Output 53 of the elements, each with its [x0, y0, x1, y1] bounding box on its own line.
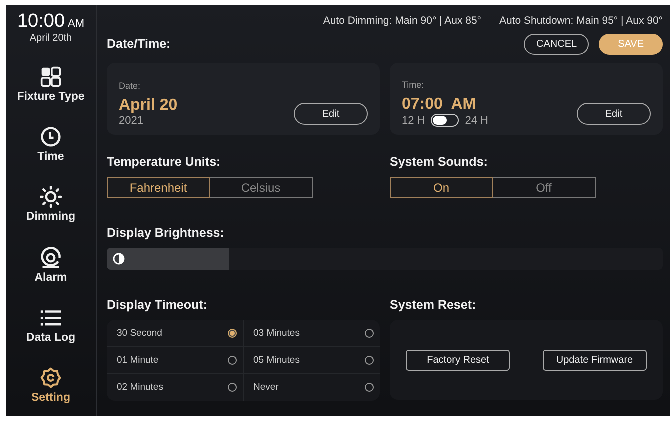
alarm-icon	[40, 246, 62, 269]
sidebar-item[interactable]: Data Log	[6, 295, 96, 356]
status-text: Auto Shutdown: Main 95° | Aux 90°	[500, 15, 663, 27]
radio-button[interactable]	[365, 383, 374, 392]
field-label: Time:	[402, 80, 426, 90]
edit-button[interactable]: Edit	[577, 103, 651, 125]
section-heading: Display Brightness:	[107, 226, 226, 240]
section-heading: System Reset:	[390, 298, 478, 312]
reset-button[interactable]: Factory Reset	[406, 350, 510, 370]
timeout-option[interactable]: 03 Minutes	[244, 320, 380, 347]
time-value: 07:00 AM	[402, 96, 478, 114]
status-text: Auto Dimming: Main 90° | Aux 85°	[323, 15, 482, 27]
sun-icon	[40, 186, 62, 208]
section-heading: System Sounds:	[390, 155, 489, 169]
clock-icon	[40, 126, 62, 148]
grid-icon	[40, 66, 62, 88]
radio-button[interactable]	[365, 356, 374, 364]
segment-option[interactable]: Fahrenheit	[107, 177, 210, 198]
reset-button[interactable]: Update Firmware	[542, 350, 647, 370]
timeout-option[interactable]: 30 Second	[107, 320, 244, 347]
segment-option[interactable]: On	[390, 177, 493, 198]
clock-time: 10:00 AM	[17, 11, 85, 33]
radio-button[interactable]	[228, 328, 236, 338]
sidebar-item[interactable]: Alarm	[6, 234, 96, 296]
field-label: Date:	[119, 81, 142, 91]
section-heading: Display Timeout:	[107, 298, 208, 312]
format-label: 24 H	[465, 114, 488, 126]
segment-option[interactable]: Off	[493, 177, 596, 198]
section-heading: Date/Time:	[107, 37, 172, 51]
gear-icon	[40, 367, 62, 390]
slider-fill[interactable]	[107, 248, 230, 270]
segment-option[interactable]: Celsius	[210, 177, 313, 198]
timeout-option[interactable]: 05 Minutes	[244, 347, 380, 374]
format-label: 12 H	[402, 114, 426, 126]
radio-button[interactable]	[365, 328, 374, 338]
date-value: April 20	[119, 97, 178, 115]
sidebar-item[interactable]: Time	[6, 114, 96, 175]
cancel-button[interactable]: CANCEL	[524, 34, 590, 55]
format-toggle[interactable]	[431, 114, 460, 127]
edit-button[interactable]: Edit	[294, 103, 368, 125]
sidebar-item[interactable]: Setting	[6, 356, 96, 416]
year-value: 2021	[119, 115, 144, 127]
timeout-option[interactable]: 02 Minutes	[107, 374, 244, 401]
sidebar-item[interactable]: Dimming	[6, 174, 96, 235]
contrast-icon	[113, 253, 125, 265]
timeout-option[interactable]: Never	[244, 374, 380, 401]
clock-date: April 20th	[30, 33, 72, 44]
sidebar-item[interactable]: Fixture Type	[6, 54, 96, 114]
radio-button[interactable]	[228, 356, 236, 364]
brightness-slider[interactable]	[107, 248, 663, 270]
timeout-option[interactable]: 01 Minute	[107, 347, 244, 374]
section-heading: Temperature Units:	[107, 155, 222, 169]
radio-button[interactable]	[228, 383, 236, 392]
